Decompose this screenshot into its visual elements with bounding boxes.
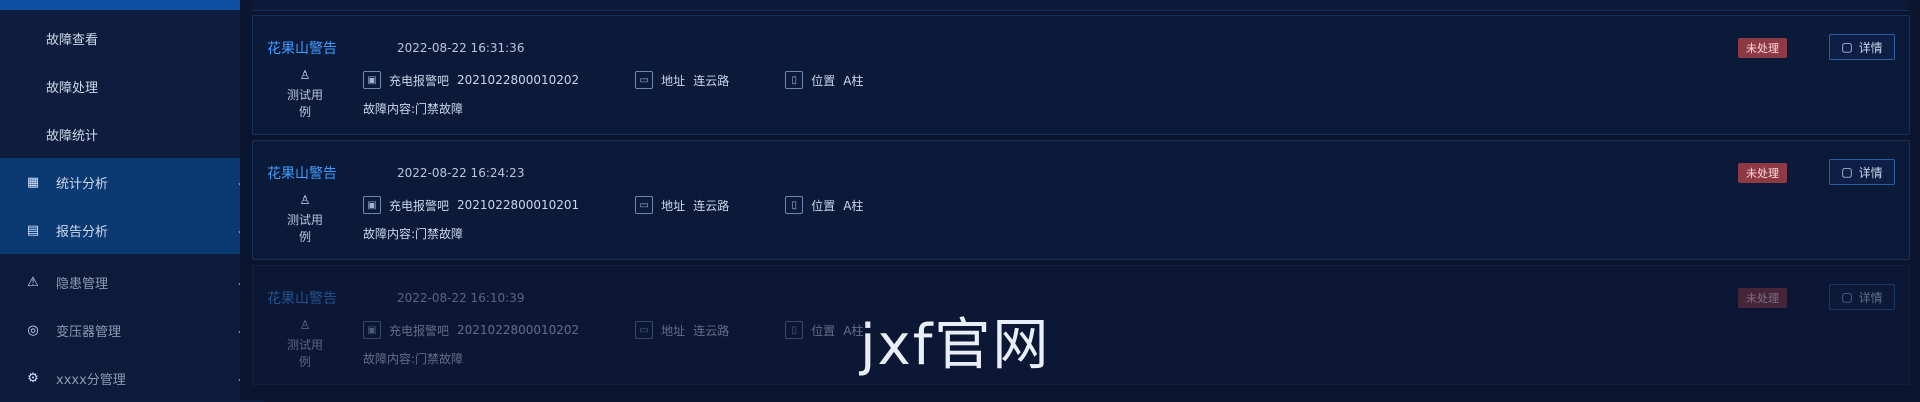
detail-button-label: 详情	[1858, 40, 1883, 55]
position-icon: ▯	[785, 196, 804, 214]
user-icon: ♙	[299, 318, 311, 332]
position-label: 位置	[811, 198, 836, 213]
status-badge: 未处理	[1738, 163, 1787, 183]
detail-button[interactable]: ▢ 详情	[1829, 159, 1895, 185]
sidebar-item-hazard[interactable]: ⚠ 隐患管理 ⌄	[0, 258, 264, 306]
position-value: A柱	[843, 198, 864, 213]
device-label: 充电报警吧	[389, 323, 450, 338]
sidebar-item-transformer[interactable]: ◎ 变压器管理 ⌄	[0, 306, 264, 354]
address-value: 连云路	[693, 323, 730, 338]
device-value: 2021022800010202	[457, 323, 580, 337]
alarm-header: 花果山警告 2022-08-22 16:31:36	[267, 38, 524, 58]
position-label: 位置	[811, 323, 836, 338]
detail-button-label: 详情	[1858, 290, 1883, 305]
sidebar-item-label: 隐患管理	[56, 276, 109, 292]
detail-button-label: 详情	[1858, 165, 1883, 180]
alarm-card: 花果山警告 2022-08-22 16:24:23 ♙ 测试用例 ▣ 充电报警吧…	[252, 140, 1910, 260]
address-label: 地址	[661, 323, 686, 338]
alarm-user-name: 测试用例	[286, 338, 323, 369]
document-icon: ▢	[1841, 165, 1853, 179]
device-icon: ▣	[363, 196, 381, 214]
chart-icon: ▦	[26, 174, 40, 190]
alarm-title[interactable]: 花果山警告	[267, 38, 337, 58]
alarm-user-name: 测试用例	[286, 88, 323, 119]
user-icon: ♙	[299, 68, 311, 82]
watermark: jxf官网	[860, 313, 1051, 378]
detail-button[interactable]: ▢ 详情	[1829, 34, 1895, 60]
detail-button[interactable]: ▢ 详情	[1829, 284, 1895, 310]
alarm-user: ♙ 测试用例	[283, 68, 327, 120]
address-field: ▭ 地址 连云路	[635, 71, 729, 89]
alarm-fields: ▣ 充电报警吧 2021022800010202 ▭ 地址 连云路 ▯ 位置 A…	[363, 71, 863, 89]
warning-icon: ⚠	[27, 274, 39, 290]
alarm-header: 花果山警告 2022-08-22 16:24:23	[267, 163, 524, 183]
alarm-title[interactable]: 花果山警告	[267, 163, 337, 183]
sidebar-item-label: 统计分析	[56, 176, 109, 192]
alarm-user-name: 测试用例	[286, 213, 323, 244]
address-label: 地址	[661, 73, 686, 88]
report-icon: ▤	[26, 222, 40, 238]
address-icon: ▭	[635, 196, 654, 214]
address-value: 连云路	[693, 198, 730, 213]
alarm-time: 2022-08-22 16:24:23	[397, 166, 525, 180]
sidebar-item-label: xxxx分管理	[56, 372, 126, 388]
alarm-description: 故障内容:门禁故障	[363, 352, 464, 366]
device-field: ▣ 充电报警吧 2021022800010202	[363, 71, 579, 89]
position-value: A柱	[843, 73, 864, 88]
alarm-description: 故障内容:门禁故障	[363, 227, 464, 241]
device-value: 2021022800010202	[457, 73, 580, 87]
alarm-user: ♙ 测试用例	[283, 318, 327, 370]
alarm-title[interactable]: 花果山警告	[267, 288, 337, 308]
sidebar-item-statistics[interactable]: ▦ 统计分析 ⌄	[0, 158, 264, 206]
alarm-card: 花果山警告 2022-08-22 16:10:39 ♙ 测试用例 ▣ 充电报警吧…	[252, 265, 1910, 385]
address-icon: ▭	[635, 71, 654, 89]
user-icon: ♙	[299, 193, 311, 207]
address-label: 地址	[661, 198, 686, 213]
device-icon: ▣	[363, 321, 381, 339]
address-value: 连云路	[693, 73, 730, 88]
alarm-card: 花果山警告 2022-08-22 16:31:36 ♙ 测试用例 ▣ 充电报警吧…	[252, 15, 1910, 135]
sidebar-item-label: 故障查看	[46, 32, 99, 48]
sidebar-item-report-analysis[interactable]: ▤ 报告分析 ⌄	[0, 206, 264, 254]
position-field: ▯ 位置 A柱	[785, 321, 863, 339]
sidebar-item-xxxx[interactable]: ⚙ xxxx分管理 ⌄	[0, 354, 264, 402]
device-label: 充电报警吧	[389, 73, 450, 88]
settings-icon: ⚙	[27, 370, 39, 386]
address-icon: ▭	[635, 321, 654, 339]
sidebar: 故障查看 故障处理 故障统计 ▦ 统计分析 ⌄ ▤ 报告分析 ⌄ ⚠ 隐患管理 …	[0, 0, 264, 402]
position-icon: ▯	[785, 321, 804, 339]
device-icon: ▣	[363, 71, 381, 89]
document-icon: ▢	[1841, 290, 1853, 304]
previous-card-edge	[252, 0, 1908, 11]
sidebar-item-label: 故障统计	[46, 128, 99, 144]
address-field: ▭ 地址 连云路	[635, 321, 729, 339]
alarm-list: 花果山警告 2022-08-22 16:31:36 ♙ 测试用例 ▣ 充电报警吧…	[240, 0, 1920, 400]
sidebar-active-indicator	[0, 0, 240, 10]
device-field: ▣ 充电报警吧 2021022800010201	[363, 196, 579, 214]
alarm-time: 2022-08-22 16:31:36	[397, 41, 525, 55]
position-field: ▯ 位置 A柱	[785, 196, 863, 214]
status-badge: 未处理	[1738, 38, 1787, 58]
device-label: 充电报警吧	[389, 198, 450, 213]
alarm-time: 2022-08-22 16:10:39	[397, 291, 525, 305]
position-icon: ▯	[785, 71, 804, 89]
sidebar-item-label: 报告分析	[56, 224, 109, 240]
status-badge: 未处理	[1738, 288, 1787, 308]
transformer-icon: ◎	[27, 322, 39, 338]
sidebar-item-label: 故障处理	[46, 80, 99, 96]
address-field: ▭ 地址 连云路	[635, 196, 729, 214]
alarm-user: ♙ 测试用例	[283, 193, 327, 245]
alarm-fields: ▣ 充电报警吧 2021022800010202 ▭ 地址 连云路 ▯ 位置 A…	[363, 321, 863, 339]
position-label: 位置	[811, 73, 836, 88]
alarm-header: 花果山警告 2022-08-22 16:10:39	[267, 288, 524, 308]
alarm-description: 故障内容:门禁故障	[363, 102, 464, 116]
sidebar-item-label: 变压器管理	[56, 324, 122, 340]
device-value: 2021022800010201	[457, 198, 580, 212]
alarm-fields: ▣ 充电报警吧 2021022800010201 ▭ 地址 连云路 ▯ 位置 A…	[363, 196, 863, 214]
document-icon: ▢	[1841, 40, 1853, 54]
device-field: ▣ 充电报警吧 2021022800010202	[363, 321, 579, 339]
position-field: ▯ 位置 A柱	[785, 71, 863, 89]
